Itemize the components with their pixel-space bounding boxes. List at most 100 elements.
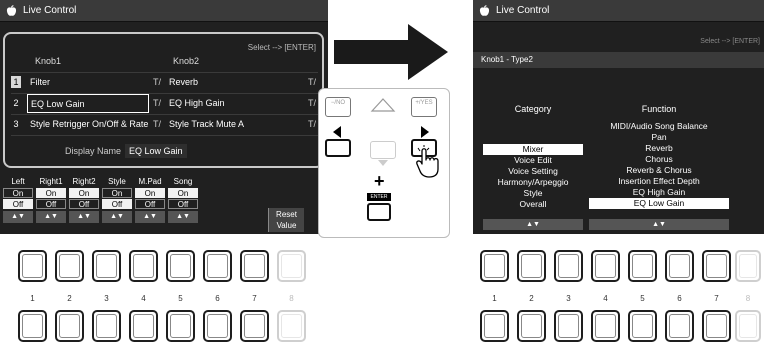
lower-button-8[interactable] [277, 310, 306, 342]
knob2-function[interactable]: Reverb [169, 73, 198, 92]
part-off-button[interactable]: Off [3, 199, 33, 209]
lower-button-4[interactable] [129, 310, 158, 342]
function-item[interactable]: Insertion Effect Depth [589, 176, 729, 187]
button-number: 4 [141, 294, 146, 303]
button-number: 7 [714, 294, 719, 303]
button-number: 7 [252, 294, 257, 303]
up-down-arrows-icon[interactable]: ▲▼ [3, 211, 33, 223]
lower-button-3[interactable] [554, 310, 583, 342]
part-on-button[interactable]: On [135, 188, 165, 198]
upper-button-2[interactable] [517, 250, 546, 282]
upper-button-6[interactable] [203, 250, 232, 282]
upper-button-7[interactable] [702, 250, 731, 282]
knob-row-1[interactable]: 1 Filter T/ Reverb T/ [11, 73, 318, 92]
upper-button-3[interactable] [554, 250, 583, 282]
up-down-arrows-icon[interactable]: ▲▼ [69, 211, 99, 223]
part-name: Left [11, 177, 25, 186]
lower-button-1[interactable] [480, 310, 509, 342]
lower-button-5[interactable] [166, 310, 195, 342]
category-item[interactable]: Voice Setting [483, 166, 583, 177]
part-on-button[interactable]: On [69, 188, 99, 198]
enter-button[interactable] [367, 203, 391, 221]
upper-button-8[interactable] [277, 250, 306, 282]
lower-button-7[interactable] [702, 310, 731, 342]
part-off-button[interactable]: Off [168, 199, 198, 209]
button-number: 4 [603, 294, 608, 303]
reset-value-button[interactable]: Reset Value [268, 208, 304, 232]
knob-row-3[interactable]: 3 Style Retrigger On/Off & Rate T/ Style… [11, 115, 318, 134]
function-item[interactable]: EQ High Gain [589, 187, 729, 198]
category-item[interactable]: Voice Edit [483, 155, 583, 166]
part-on-button[interactable]: On [102, 188, 132, 198]
down-button[interactable] [370, 141, 396, 159]
category-scroll-arrows-icon[interactable]: ▲▼ [483, 219, 583, 230]
lower-button-2[interactable] [517, 310, 546, 342]
lower-button-5[interactable] [628, 310, 657, 342]
upper-button-4[interactable] [591, 250, 620, 282]
part-on-button[interactable]: On [36, 188, 66, 198]
part-on-button[interactable]: On [3, 188, 33, 198]
up-down-arrows-icon[interactable]: ▲▼ [135, 211, 165, 223]
function-item[interactable]: Reverb & Chorus [589, 165, 729, 176]
part-off-button[interactable]: Off [102, 199, 132, 209]
upper-button-5[interactable] [628, 250, 657, 282]
type-icon: T/ [153, 119, 161, 129]
upper-button-8[interactable] [735, 250, 761, 282]
part-off-button[interactable]: Off [135, 199, 165, 209]
upper-button-3[interactable] [92, 250, 121, 282]
lower-button-6[interactable] [203, 310, 232, 342]
lower-button-2[interactable] [55, 310, 84, 342]
lower-button-4[interactable] [591, 310, 620, 342]
yes-button[interactable]: +/YES [411, 97, 437, 117]
row-number: 1 [11, 76, 21, 88]
right-arrow-icon [421, 126, 429, 138]
up-button[interactable] [370, 97, 396, 117]
knob1-header: Knob1 [35, 56, 62, 66]
function-item-selected[interactable]: EQ Low Gain [589, 198, 729, 209]
category-item[interactable]: Style [483, 188, 583, 199]
lower-button-3[interactable] [92, 310, 121, 342]
lower-button-1[interactable] [18, 310, 47, 342]
type-icon: T/ [153, 98, 161, 108]
function-item[interactable]: Reverb [589, 143, 729, 154]
function-item[interactable]: Pan [589, 132, 729, 143]
knob1-function[interactable]: Filter [27, 73, 149, 92]
function-scroll-arrows-icon[interactable]: ▲▼ [589, 219, 729, 230]
no-button[interactable]: −/NO [325, 97, 351, 117]
type-icon: T/ [308, 119, 316, 129]
function-item[interactable]: MIDI/Audio Song Balance [589, 121, 729, 132]
lower-button-6[interactable] [665, 310, 694, 342]
up-down-arrows-icon[interactable]: ▲▼ [168, 211, 198, 223]
part-on-button[interactable]: On [168, 188, 198, 198]
upper-button-7[interactable] [240, 250, 269, 282]
upper-button-6[interactable] [665, 250, 694, 282]
knob1-function-selected[interactable]: EQ Low Gain [27, 94, 149, 113]
down-arrow-icon [378, 160, 388, 166]
category-item-selected[interactable]: Mixer [483, 144, 583, 155]
function-item[interactable]: Chorus [589, 154, 729, 165]
display-name-value[interactable]: EQ Low Gain [125, 144, 187, 158]
knob1-function[interactable]: Style Retrigger On/Off & Rate [27, 115, 149, 134]
left-button[interactable] [325, 139, 351, 157]
up-down-arrows-icon[interactable]: ▲▼ [102, 211, 132, 223]
part-off-button[interactable]: Off [69, 199, 99, 209]
lower-button-8[interactable] [735, 310, 761, 342]
knob2-function[interactable]: EQ High Gain [169, 94, 225, 113]
upper-button-1[interactable] [480, 250, 509, 282]
part-name: Right1 [39, 177, 63, 186]
upper-button-2[interactable] [55, 250, 84, 282]
knob-row-2[interactable]: 2 EQ Low Gain T/ EQ High Gain T/ [11, 94, 318, 113]
left-title-bar: Live Control [0, 0, 328, 22]
up-down-arrows-icon[interactable]: ▲▼ [36, 211, 66, 223]
reset-label: Reset [276, 210, 297, 219]
category-item[interactable]: Harmony/Arpeggio [483, 177, 583, 188]
upper-button-5[interactable] [166, 250, 195, 282]
lower-button-7[interactable] [240, 310, 269, 342]
display-name-field[interactable]: Display Name EQ Low Gain [65, 144, 187, 158]
select-enter-hint: Select --> [ENTER] [700, 38, 760, 45]
part-off-button[interactable]: Off [36, 199, 66, 209]
upper-button-4[interactable] [129, 250, 158, 282]
category-item[interactable]: Overall [483, 199, 583, 210]
knob2-function[interactable]: Style Track Mute A [169, 115, 244, 134]
upper-button-1[interactable] [18, 250, 47, 282]
